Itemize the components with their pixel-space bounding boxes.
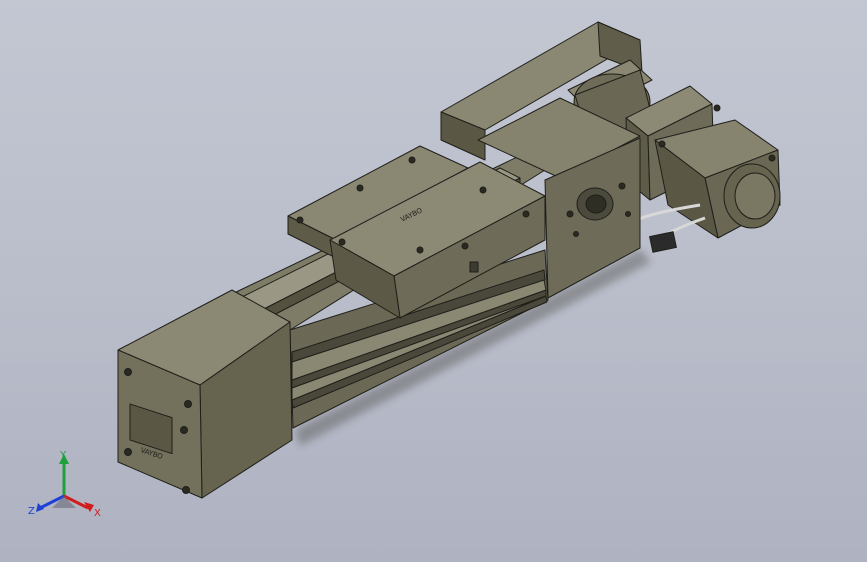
triad-plane: [52, 496, 76, 508]
3d-viewport[interactable]: VAYBO VAYBO Y X Z: [0, 0, 867, 562]
y-axis-label: Y: [59, 450, 67, 461]
front-end-cap: [117, 289, 293, 499]
linear-actuator-model[interactable]: VAYBO VAYBO: [0, 0, 867, 562]
orientation-triad[interactable]: Y X Z: [26, 448, 106, 524]
z-axis-label: Z: [28, 506, 35, 517]
x-axis-label: X: [94, 508, 101, 519]
